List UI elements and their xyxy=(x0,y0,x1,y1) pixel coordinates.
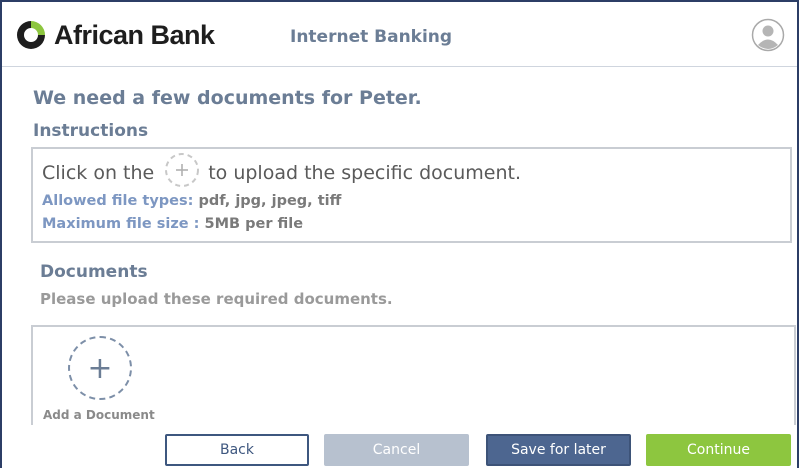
instructions-text-after: to upload the specific document. xyxy=(208,162,522,184)
back-button[interactable]: Back xyxy=(165,434,309,466)
documents-subtitle: Please upload these required documents. xyxy=(40,290,393,308)
file-types-value: pdf, jpg, jpeg, tiff xyxy=(198,193,342,209)
page-title: We need a few documents for Peter. xyxy=(33,87,422,109)
file-types-key: Allowed file types: xyxy=(42,193,194,209)
max-file-size: Maximum file size : 5MB per file xyxy=(42,216,303,232)
dashed-plus-icon xyxy=(165,153,200,187)
instructions-label: Instructions xyxy=(33,121,149,141)
app-title: Internet Banking xyxy=(290,27,453,47)
cancel-button[interactable]: Cancel xyxy=(324,434,469,466)
brand-name: African Bank xyxy=(54,19,215,50)
instructions-line: Click on the to upload the specific docu… xyxy=(42,153,522,190)
add-document-label: Add a Document xyxy=(43,408,155,422)
max-size-key: Maximum file size : xyxy=(42,216,200,232)
continue-button[interactable]: Continue xyxy=(646,434,791,466)
african-bank-logo-icon xyxy=(17,21,45,49)
user-avatar-icon[interactable] xyxy=(751,18,785,52)
add-document-button[interactable]: + Add a Document xyxy=(36,330,176,430)
instructions-panel: Click on the to upload the specific docu… xyxy=(31,147,792,243)
max-size-value: 5MB per file xyxy=(204,216,304,232)
top-header: African Bank Internet Banking xyxy=(2,2,797,67)
instructions-text-before: Click on the xyxy=(42,162,155,184)
add-plus-icon: + xyxy=(68,336,132,400)
documents-label: Documents xyxy=(40,262,148,282)
brand-logo[interactable]: African Bank xyxy=(14,18,215,52)
allowed-file-types: Allowed file types: pdf, jpg, jpeg, tiff xyxy=(42,193,341,209)
save-for-later-button[interactable]: Save for later xyxy=(486,434,631,466)
